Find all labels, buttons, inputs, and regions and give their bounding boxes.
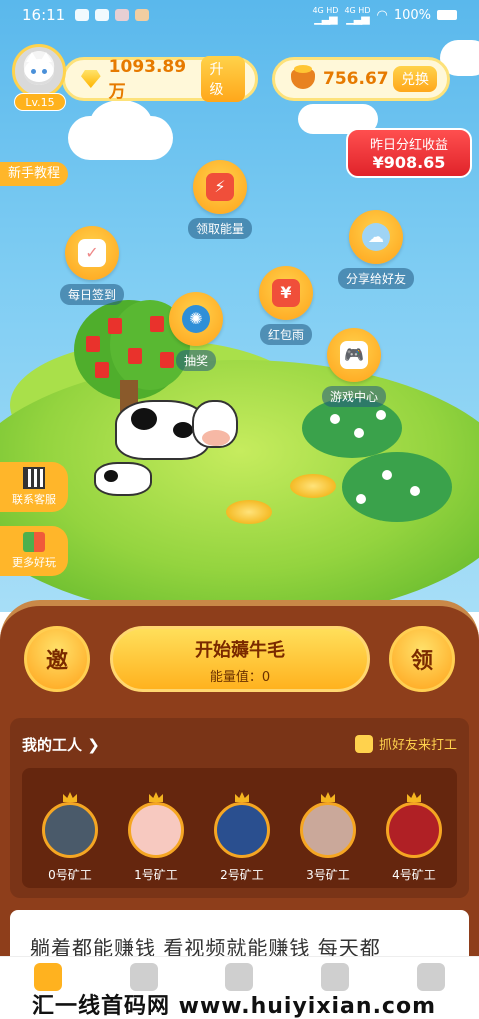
cloud (90, 100, 152, 146)
crown-icon (63, 792, 77, 802)
worker-avatar (42, 802, 98, 858)
worker-item[interactable]: 0号矿工 (40, 792, 100, 883)
money-bag-icon (225, 963, 254, 991)
action-label: 抽奖 (175, 350, 216, 371)
gold-pot-icon (291, 65, 315, 89)
worker-label: 1号矿工 (134, 868, 178, 882)
worker-label: 4号矿工 (392, 868, 436, 882)
worker-label: 2号矿工 (220, 868, 264, 882)
claim-button[interactable]: 领 (389, 626, 455, 692)
cat-avatar-icon (24, 52, 54, 85)
signal-icon: 4G HD ▁▃▅ (312, 6, 339, 25)
action-label: 游戏中心 (321, 386, 386, 407)
edit-note-icon (354, 734, 373, 753)
avatar[interactable] (12, 44, 66, 98)
cattle-icon (129, 963, 158, 991)
crown-icon (235, 792, 249, 802)
coin-value: 756.67 (323, 69, 389, 89)
diamond-icon (81, 70, 101, 88)
gamepad-icon: 🎮 (327, 328, 381, 382)
worker-item[interactable]: 2号矿工 (212, 792, 272, 883)
red-packet-icon: ¥ (259, 266, 313, 320)
worker-item[interactable]: 3号矿工 (298, 792, 358, 883)
crown-icon (321, 792, 335, 802)
battery-icon (437, 10, 457, 20)
status-bar: 16:11 4G HD ▁▃▅ 4G HD ▁▃▅ ◠ 100% (0, 0, 479, 30)
yesterday-bonus-card[interactable]: 昨日分红收益 ¥908.65 (346, 128, 472, 178)
action-label: 红包雨 (259, 324, 312, 345)
start-button[interactable]: 开始薅牛毛 能量值：0 (110, 626, 370, 692)
book-icon (321, 963, 350, 991)
wheel-icon: ✺ (169, 292, 223, 346)
upgrade-button[interactable]: 升级 (201, 56, 245, 102)
cow-head (192, 400, 238, 448)
qr-code-icon (23, 467, 45, 489)
app-icon (135, 9, 150, 21)
action-label: 每日签到 (59, 284, 124, 305)
invite-friends-link[interactable]: 抓好友来打工 (354, 734, 457, 753)
daily-checkin-action[interactable]: ✓ 每日签到 (56, 226, 128, 305)
workers-list: 0号矿工 1号矿工 2号矿工 3号矿工 4号矿工 (22, 768, 457, 888)
worker-avatar (386, 802, 442, 858)
flower-bush (302, 398, 402, 458)
share-action[interactable]: ☁ 分享给好友 (336, 210, 416, 289)
worker-item[interactable]: 1号矿工 (126, 792, 186, 883)
collect-energy-action[interactable]: ⚡ 领取能量 (184, 160, 256, 239)
lottery-action[interactable]: ✺ 抽奖 (160, 292, 232, 371)
profile-icon (417, 963, 446, 991)
customer-service-button[interactable]: 联系客服 (0, 462, 68, 512)
exchange-button[interactable]: 兑换 (393, 66, 437, 92)
watermark-text: 汇一线首码网 www.huiyixian.com (32, 994, 437, 1019)
gold-ingots (226, 500, 272, 524)
bonus-title: 昨日分红收益 (369, 138, 448, 153)
my-workers-card: 我的工人 ❯ 抓好友来打工 0号矿工 1号矿工 2号矿工 3号矿工 4号矿工 (10, 718, 469, 898)
start-title: 开始薅牛毛 (195, 640, 285, 661)
diamond-balance: 1093.89万 升级 (62, 56, 258, 102)
worker-item[interactable]: 4号矿工 (384, 792, 444, 883)
status-time: 16:11 (22, 6, 66, 24)
flower-bush (342, 452, 452, 522)
app-icon (115, 9, 130, 21)
worker-label: 3号矿工 (306, 868, 350, 882)
level-badge: Lv.15 (14, 93, 66, 111)
action-label: 领取能量 (187, 218, 252, 239)
invite-button[interactable]: 邀 (24, 626, 90, 692)
gift-icon (23, 532, 45, 552)
tutorial-button[interactable]: 新手教程 (0, 162, 69, 186)
mail-icon (95, 9, 110, 21)
worker-avatar (128, 802, 184, 858)
signal-icon: 4G HD ▁▃▅ (344, 6, 371, 25)
wifi-icon: ◠ (376, 7, 388, 23)
chevron-right-icon: ❯ (82, 736, 100, 754)
action-label: 分享给好友 (337, 268, 414, 289)
home-icon (33, 963, 62, 991)
workers-title[interactable]: 我的工人 ❯ (22, 734, 100, 755)
worker-avatar (214, 802, 270, 858)
worker-avatar (300, 802, 356, 858)
game-scene: 16:11 4G HD ▁▃▅ 4G HD ▁▃▅ ◠ 100% Lv.15 109… (0, 0, 479, 612)
notification-icon (75, 9, 90, 21)
gold-ingots (290, 474, 336, 498)
coin-balance: 756.67 兑换 (272, 57, 450, 101)
lightning-icon: ⚡ (193, 160, 247, 214)
calendar-icon: ✓ (65, 226, 119, 280)
worker-label: 0号矿工 (48, 868, 92, 882)
bonus-value: ¥908.65 (372, 153, 446, 172)
battery-level: 100% (393, 7, 431, 23)
energy-value: 能量值：0 (209, 670, 271, 685)
game-center-action[interactable]: 🎮 游戏中心 (318, 328, 390, 407)
share-icon: ☁ (349, 210, 403, 264)
diamond-value: 1093.89万 (108, 56, 187, 102)
crown-icon (407, 792, 421, 802)
red-packet-rain-action[interactable]: ¥ 红包雨 (250, 266, 322, 345)
more-fun-button[interactable]: 更多好玩 (0, 526, 68, 576)
crown-icon (149, 792, 163, 802)
calf (94, 462, 152, 496)
